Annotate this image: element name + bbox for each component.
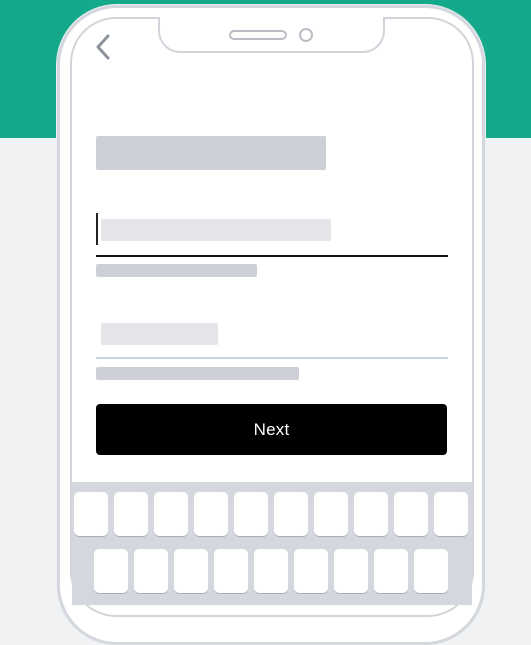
camera-icon <box>299 28 313 42</box>
keyboard-key[interactable] <box>314 492 348 536</box>
second-field-value-placeholder[interactable] <box>101 323 218 345</box>
first-field-value-placeholder[interactable] <box>101 219 331 241</box>
speaker-icon <box>229 30 287 40</box>
on-screen-keyboard <box>72 482 472 605</box>
keyboard-key[interactable] <box>114 492 148 536</box>
page-title-placeholder <box>96 136 326 170</box>
chevron-left-icon <box>96 34 110 60</box>
keyboard-key[interactable] <box>154 492 188 536</box>
keyboard-key[interactable] <box>394 492 428 536</box>
first-field-underline <box>96 255 448 257</box>
next-button[interactable]: Next <box>96 404 447 455</box>
keyboard-key[interactable] <box>234 492 268 536</box>
keyboard-key[interactable] <box>434 492 468 536</box>
keyboard-key[interactable] <box>354 492 388 536</box>
text-cursor <box>96 213 98 245</box>
keyboard-key[interactable] <box>174 549 208 593</box>
keyboard-key[interactable] <box>254 549 288 593</box>
keyboard-key[interactable] <box>274 492 308 536</box>
keyboard-key[interactable] <box>94 549 128 593</box>
first-field-helper-placeholder <box>96 264 257 277</box>
keyboard-key[interactable] <box>74 492 108 536</box>
keyboard-key[interactable] <box>214 549 248 593</box>
keyboard-key[interactable] <box>414 549 448 593</box>
back-button[interactable] <box>91 33 115 61</box>
second-field-underline <box>96 357 448 359</box>
keyboard-key[interactable] <box>334 549 368 593</box>
keyboard-key[interactable] <box>374 549 408 593</box>
second-field-helper-placeholder <box>96 367 299 380</box>
keyboard-key[interactable] <box>134 549 168 593</box>
keyboard-key[interactable] <box>194 492 228 536</box>
keyboard-key[interactable] <box>294 549 328 593</box>
